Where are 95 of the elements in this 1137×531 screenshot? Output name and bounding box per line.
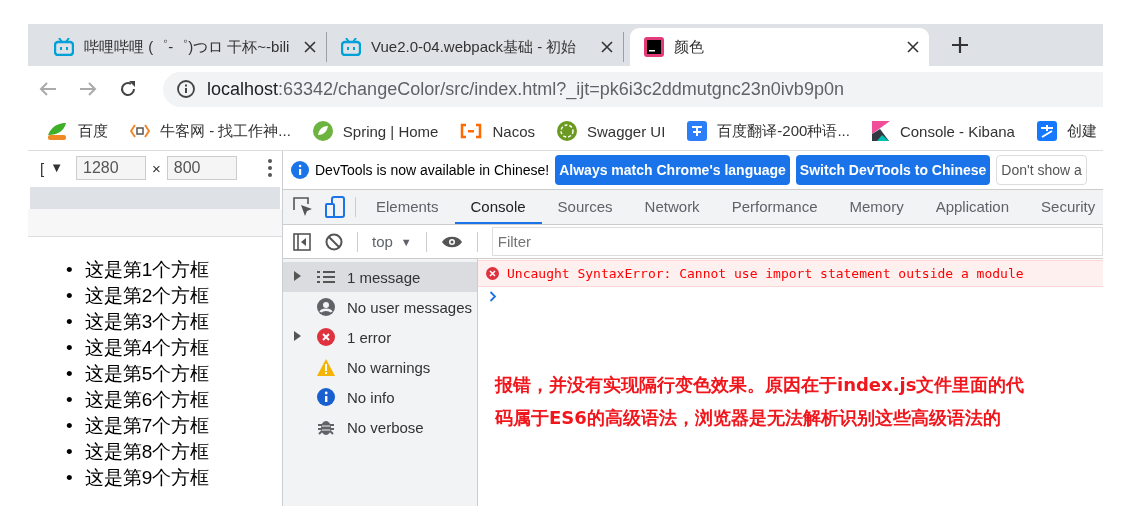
list-item: 这是第7个方框 [84, 414, 210, 438]
browser-tab[interactable]: 哔哩哔哩 (゜-゜)つロ 干杯~-bili [40, 32, 327, 62]
address-bar[interactable]: localhost:63342/changeColor/src/index.html?_ijt=pk6i3c2ddmutgnc23n0ivb9p0n [163, 71, 1103, 107]
reload-icon[interactable] [118, 79, 138, 99]
bullet: • [66, 310, 73, 334]
panel-tab[interactable]: Sources [541, 190, 629, 224]
tab-title: 哔哩哔哩 (゜-゜)つロ 干杯~-bili [84, 37, 291, 57]
times-sign: × [152, 159, 161, 177]
close-icon[interactable] [907, 41, 919, 53]
list-item: 这是第4个方框 [84, 336, 210, 360]
bookmark-link[interactable]: Spring | Home [342, 122, 439, 140]
filter-field[interactable]: Filter [491, 227, 1103, 256]
close-icon[interactable] [304, 41, 316, 53]
panel-tab[interactable]: Memory [833, 190, 920, 224]
info-icon [291, 161, 309, 179]
panel-tab[interactable]: Security [1025, 190, 1103, 224]
tv-icon [341, 38, 361, 56]
url-text: localhost:63342/changeColor/src/index.html?_ijt=pk6i3c2ddmutgnc23n0ivb9p0n [207, 78, 844, 100]
list-item: 这是第6个方框 [84, 388, 210, 412]
info-icon [317, 388, 335, 406]
expand-icon[interactable] [293, 271, 301, 281]
eye-icon[interactable] [440, 234, 463, 249]
sidebar-item[interactable]: No verbose [283, 412, 477, 442]
bookmark-link[interactable]: 百度 [78, 121, 108, 141]
sidebar-icon[interactable] [293, 232, 311, 251]
sidebar-item[interactable]: 1 message [283, 262, 477, 292]
list-item: 这是第8个方框 [84, 440, 210, 464]
bullet: • [66, 336, 73, 360]
more-icon[interactable] [268, 159, 272, 177]
panel-tab[interactable]: Performance [715, 190, 834, 224]
bullet: • [66, 258, 73, 282]
error-icon [486, 267, 499, 280]
warning-icon [317, 358, 335, 376]
translate-icon [687, 121, 708, 141]
notice-button[interactable]: Switch DevTools to Chinese [795, 155, 991, 185]
inspect-icon[interactable] [293, 197, 313, 217]
browser-tab[interactable]: Vue2.0-04.webpack基础 - 初始 [327, 32, 624, 62]
sidebar-item[interactable]: No warnings [283, 352, 477, 382]
clear-icon[interactable] [325, 232, 343, 251]
bookmark-link[interactable]: 百度翻译-200种语... [717, 121, 850, 141]
notice-text: DevTools is now available in Chinese! [315, 162, 550, 178]
device-icon[interactable] [325, 196, 345, 218]
bullet: • [66, 284, 73, 308]
height-field[interactable]: 800 [166, 156, 237, 180]
braces-icon [557, 121, 577, 141]
expand-icon[interactable] [293, 331, 301, 341]
pay-icon [1036, 121, 1057, 141]
width-field[interactable]: 1280 [76, 156, 146, 180]
bullet: • [66, 414, 73, 438]
prompt-icon [488, 291, 498, 302]
list-item: 这是第3个方框 [84, 310, 210, 334]
sidebar-item[interactable]: 1 error [283, 322, 477, 352]
list-item: 这是第5个方框 [84, 362, 210, 386]
list-item: 这是第2个方框 [84, 284, 210, 308]
bracket-icon [130, 123, 150, 139]
annotation-text: 报错，并没有实现隔行变色效果。原因在于index.js文件里面的代 [495, 373, 1025, 397]
user-icon [317, 298, 335, 316]
kibana-icon [871, 121, 890, 141]
sidebar-item[interactable]: No info [283, 382, 477, 412]
error-message: Uncaught SyntaxError: Cannot use import statement outside a module [478, 260, 1103, 287]
bullet: • [66, 466, 73, 490]
bracket-icon [460, 123, 483, 139]
dimensions-dropdown[interactable]: [ ▼ [40, 159, 70, 177]
notice-button[interactable]: Always match Chrome's language [555, 155, 790, 185]
bug-icon [318, 418, 334, 436]
app-icon [644, 37, 664, 57]
tab-title: 颜色 [674, 37, 705, 57]
tv-icon [54, 38, 74, 56]
bookmark-link[interactable]: Swagger UI [587, 122, 666, 140]
bullet: • [66, 440, 73, 464]
panel-tab[interactable]: Network [628, 190, 716, 224]
bookmark-link[interactable]: Nacos [492, 122, 535, 140]
bookmark-link[interactable]: 创建 [1066, 121, 1097, 141]
sidebar-item[interactable]: No user messages [283, 292, 477, 322]
context-dropdown[interactable]: top ▼ [372, 233, 412, 250]
bookmark-link[interactable]: 牛客网 - 找工作神... [160, 121, 291, 141]
bullet: • [66, 388, 73, 412]
bullet: • [66, 362, 73, 386]
error-icon [317, 328, 335, 346]
panel-tab[interactable]: Elements [360, 190, 455, 224]
browser-tab[interactable]: 颜色 [630, 28, 929, 66]
notice-button[interactable]: Don't show a [996, 155, 1087, 185]
list-item: 这是第1个方框 [84, 258, 210, 282]
close-icon[interactable] [601, 41, 613, 53]
leaf-icon [46, 121, 68, 141]
tab-title: Vue2.0-04.webpack基础 - 初始 [371, 37, 578, 57]
panel-tab[interactable]: Application [919, 190, 1026, 224]
panel-tab[interactable]: Console [454, 190, 542, 224]
annotation-text: 码属于ES6的高级语法，浏览器是无法解析识别这些高级语法的 [495, 406, 1001, 430]
bookmark-link[interactable]: Console - Kibana [899, 122, 1015, 140]
list-item: 这是第9个方框 [84, 466, 210, 490]
list-icon [317, 270, 335, 284]
info-icon [177, 80, 195, 98]
plus-icon[interactable] [951, 36, 969, 54]
leaf-icon [312, 121, 333, 141]
